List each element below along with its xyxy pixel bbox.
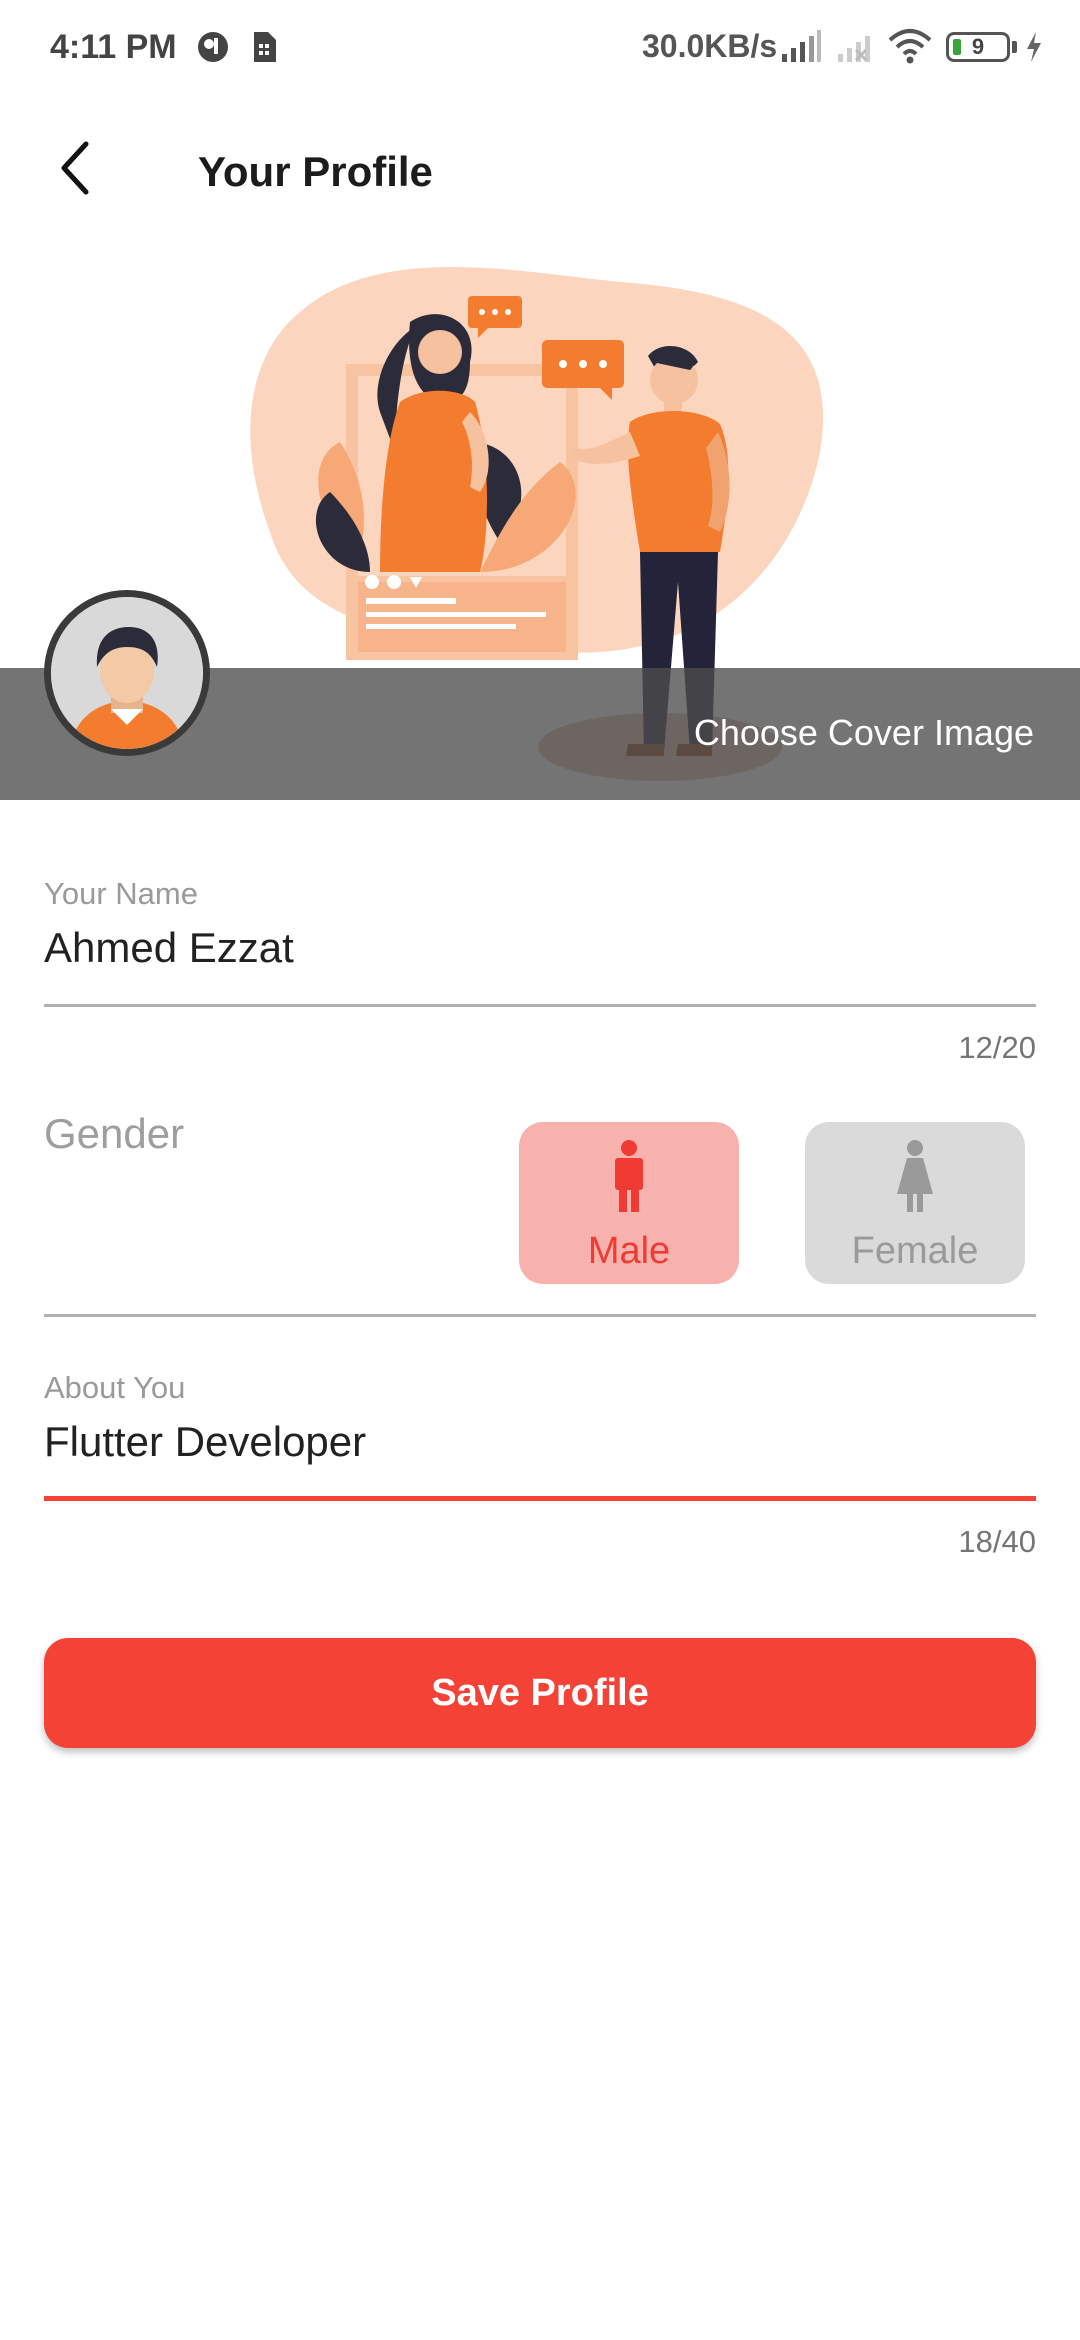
status-bar: 4:11 PM 30.0KB/s 9: [0, 0, 1080, 96]
save-profile-button[interactable]: Save Profile: [44, 1638, 1036, 1748]
name-input[interactable]: Ahmed Ezzat: [44, 924, 294, 972]
about-input[interactable]: Flutter Developer: [44, 1418, 366, 1466]
back-arrow-icon: [61, 141, 89, 195]
signal-icon: [780, 30, 822, 69]
name-label: Your Name: [44, 876, 198, 911]
network-speed: 30.0KB/s: [642, 28, 778, 64]
name-char-counter: 12/20: [958, 1030, 1036, 1065]
gender-underline: [44, 1314, 1036, 1317]
battery-level: 9: [971, 34, 985, 59]
gender-female-option[interactable]: Female: [805, 1122, 1025, 1284]
male-label: Male: [587, 1230, 671, 1272]
about-char-counter: 18/40: [958, 1524, 1036, 1559]
name-underline: [44, 1004, 1036, 1007]
status-time: 4:11 PM: [50, 28, 177, 66]
female-icon: [805, 1140, 1025, 1212]
signal-off-icon: [836, 30, 878, 69]
battery-tip: [1012, 41, 1017, 53]
avatar[interactable]: [44, 590, 210, 756]
gender-label: Gender: [44, 1110, 185, 1157]
about-underline: [44, 1496, 1036, 1501]
wifi-icon: [888, 28, 932, 69]
page-title: Your Profile: [198, 148, 433, 195]
charging-icon: [1024, 30, 1044, 69]
choose-cover-image-button[interactable]: Choose Cover Image: [694, 712, 1034, 754]
female-label: Female: [851, 1230, 979, 1272]
app-icon: [196, 30, 230, 69]
back-button[interactable]: [44, 136, 108, 200]
male-icon: [519, 1140, 739, 1212]
user-avatar-icon: [51, 597, 203, 749]
gender-male-option[interactable]: Male: [519, 1122, 739, 1284]
battery-icon: 9: [946, 32, 1010, 62]
sim-icon: [250, 30, 278, 69]
about-label: About You: [44, 1370, 186, 1405]
